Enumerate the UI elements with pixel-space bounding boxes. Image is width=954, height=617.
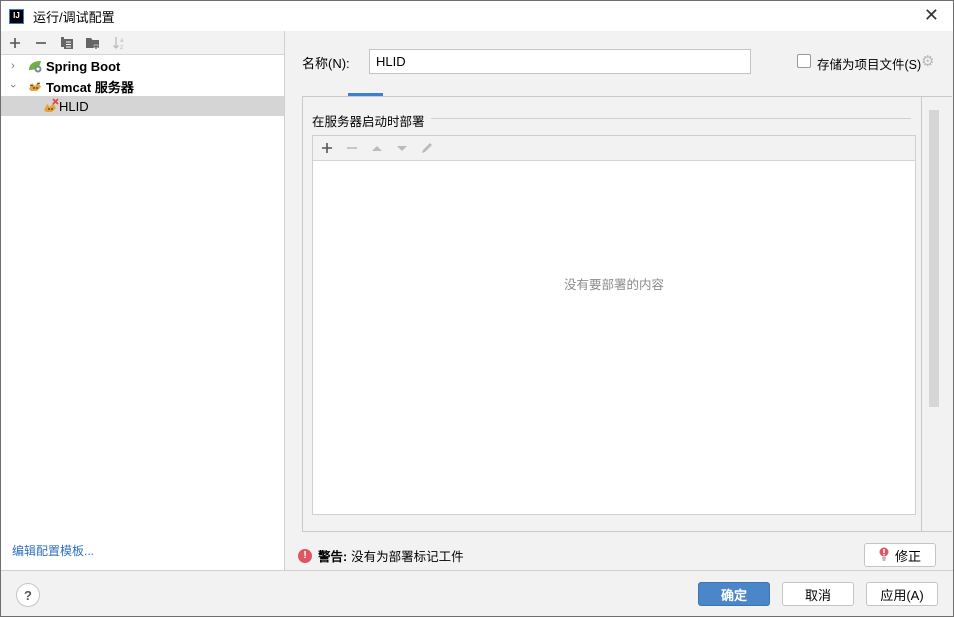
spring-boot-icon	[27, 58, 43, 74]
move-to-folder-button[interactable]	[85, 35, 101, 51]
sort-configurations-button[interactable]: az	[111, 35, 127, 51]
empty-deployments-text: 没有要部署的内容	[563, 278, 664, 292]
move-down-button[interactable]	[394, 140, 410, 156]
chevron-down-icon[interactable]: ›	[7, 80, 19, 92]
arrow-down-icon	[397, 146, 407, 151]
chevron-right-icon[interactable]: ›	[7, 60, 19, 72]
window-title: 运行/调试配置	[33, 9, 115, 25]
configurations-sidebar: az › Spring Boot › Tomcat 服务器 HLID 编辑配置模…	[1, 31, 285, 570]
dialog-button-bar: ? 确定 取消 应用(A)	[1, 570, 953, 616]
copy-icon	[61, 36, 73, 49]
store-as-project-file-checkbox[interactable]	[797, 54, 811, 68]
vertical-scrollbar[interactable]	[929, 110, 939, 407]
remove-deployment-button[interactable]	[344, 140, 360, 156]
sidebar-toolbar: az	[1, 31, 284, 55]
ok-button[interactable]: 确定	[698, 582, 770, 606]
deployment-list[interactable]: 没有要部署的内容	[312, 135, 916, 515]
tomcat-error-icon	[43, 98, 59, 114]
tree-item-tomcat[interactable]: › Tomcat 服务器	[1, 76, 284, 96]
copy-configuration-button[interactable]	[59, 35, 75, 51]
configuration-editor: 名称(N): 存储为项目文件(S) ⚙ 在服务器启动时部署	[286, 31, 953, 570]
plus-icon	[322, 143, 332, 153]
minus-icon	[347, 147, 357, 149]
edit-deployment-button[interactable]	[419, 140, 435, 156]
svg-text:z: z	[120, 44, 123, 50]
intellij-app-icon: IJ	[9, 8, 24, 24]
lightbulb-error-icon	[879, 547, 889, 564]
deploy-section-title: 在服务器启动时部署	[312, 111, 431, 130]
deployment-tab-content: 在服务器启动时部署 没有要部署的内容	[302, 96, 952, 532]
arrow-up-icon	[372, 146, 382, 151]
store-as-project-file-label[interactable]: 存储为项目文件(S)	[817, 54, 921, 73]
error-icon: !	[298, 548, 312, 563]
tree-item-spring-boot[interactable]: › Spring Boot	[1, 56, 284, 76]
help-button[interactable]: ?	[16, 583, 40, 607]
deployment-toolbar	[313, 136, 915, 161]
fix-button[interactable]: 修正	[864, 543, 936, 567]
tree-item-hlid[interactable]: HLID	[1, 96, 284, 116]
add-deployment-button[interactable]	[319, 140, 335, 156]
name-input[interactable]	[369, 49, 751, 74]
tomcat-icon	[27, 78, 43, 94]
cancel-button[interactable]: 取消	[782, 582, 854, 606]
gear-icon[interactable]: ⚙	[921, 52, 934, 70]
apply-button[interactable]: 应用(A)	[866, 582, 938, 606]
edit-templates-link[interactable]: 编辑配置模板...	[12, 542, 94, 559]
title-bar: IJ 运行/调试配置 ✕	[1, 1, 953, 31]
minus-icon	[36, 41, 46, 44]
new-folder-icon	[86, 37, 99, 49]
name-label: 名称(N):	[302, 56, 350, 71]
close-icon[interactable]: ✕	[924, 5, 939, 26]
remove-configuration-button[interactable]	[33, 35, 49, 51]
pencil-icon	[422, 143, 432, 153]
svg-text:a: a	[120, 37, 124, 44]
sort-alpha-icon: az	[113, 36, 124, 50]
add-configuration-button[interactable]	[7, 35, 23, 51]
warning-message: ! 警告: 没有为部署标记工件	[298, 546, 464, 565]
move-up-button[interactable]	[369, 140, 385, 156]
plus-icon	[10, 37, 20, 48]
